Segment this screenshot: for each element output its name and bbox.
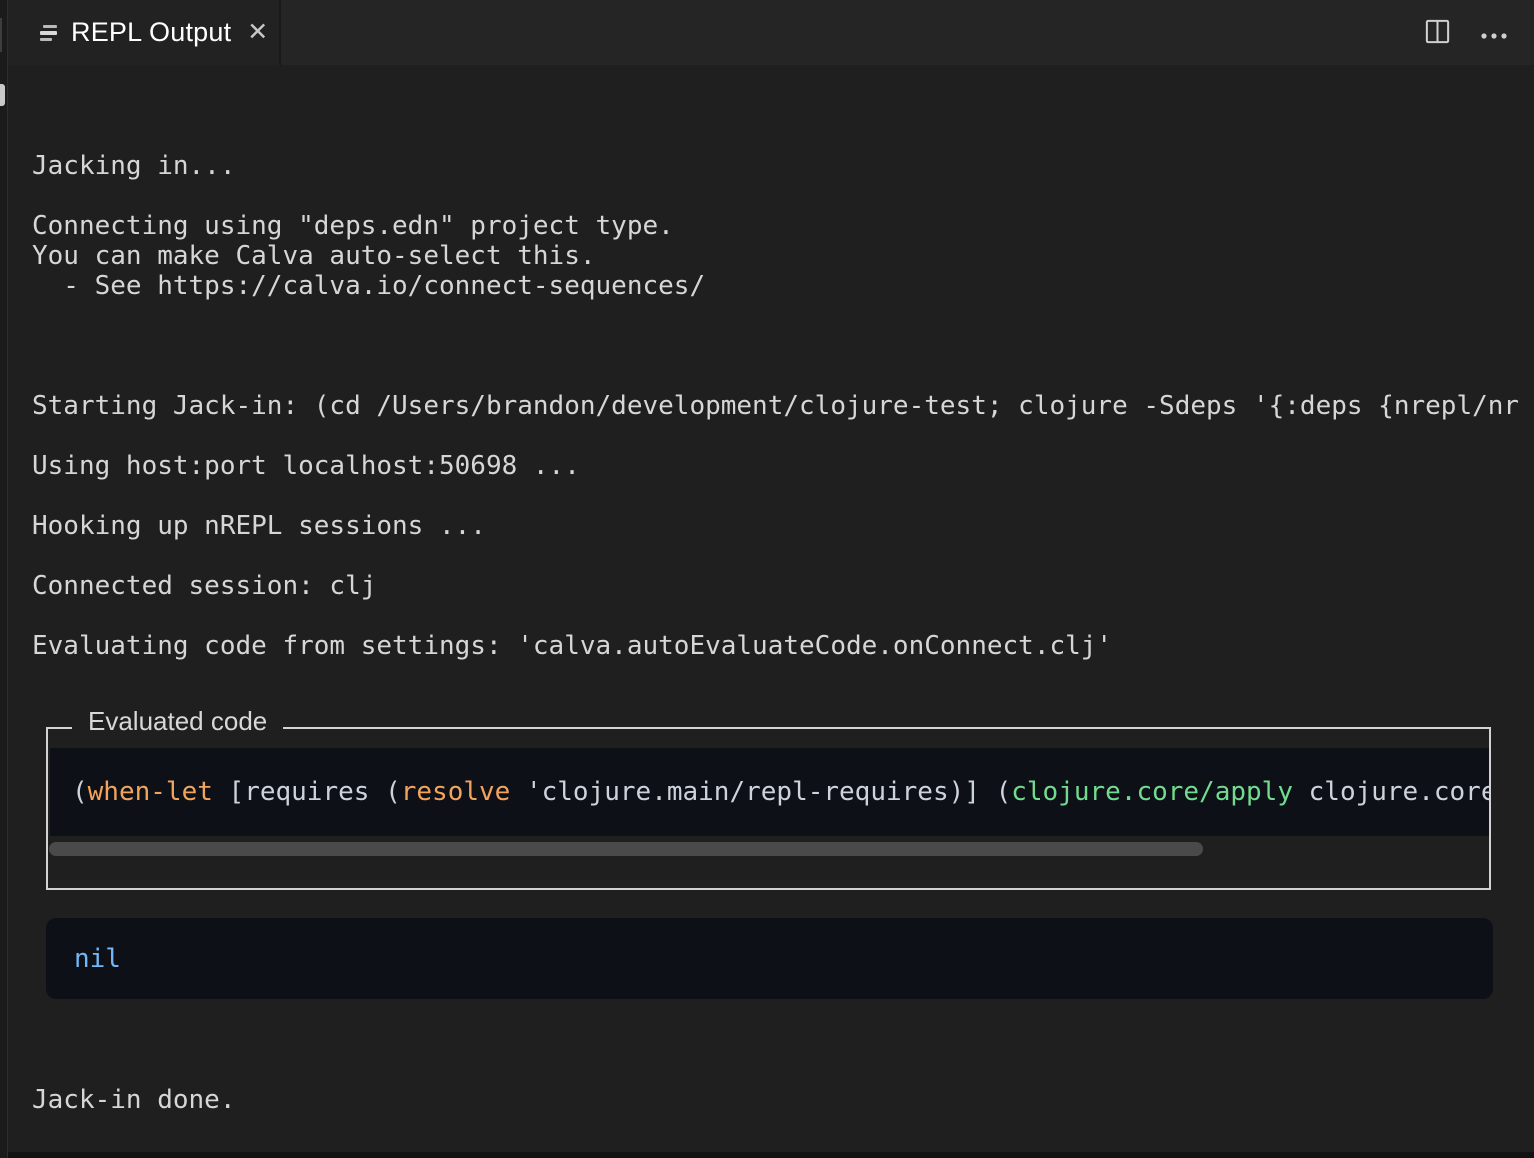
- output-line: Hooking up nREPL sessions ...: [32, 511, 1534, 541]
- editor-tab-bar: REPL Output ✕: [0, 0, 1534, 65]
- tab-repl-output[interactable]: REPL Output ✕: [7, 0, 281, 65]
- output-line: Jacking in...: [32, 151, 1534, 181]
- evaluated-code-snippet: (when-let [requires (resolve 'clojure.ma…: [50, 748, 1489, 836]
- output-line: Connecting using "deps.edn" project type…: [32, 211, 1534, 241]
- tab-title: REPL Output: [71, 17, 231, 48]
- result-value: nil: [74, 944, 121, 974]
- ellipsis-icon[interactable]: [1480, 21, 1508, 47]
- close-icon[interactable]: ✕: [247, 20, 268, 45]
- output-line: Connected session: clj: [32, 571, 1534, 601]
- group-divider: [7, 0, 8, 1158]
- adjacent-group-edge: [0, 0, 7, 1158]
- adjacent-group-clipped-content: [0, 84, 5, 106]
- horizontal-scrollbar-thumb[interactable]: [49, 842, 1203, 856]
- bottom-border-band: [0, 1152, 1534, 1158]
- adjacent-group-edge-highlight: [0, 18, 2, 52]
- output-icon: [40, 23, 58, 43]
- output-line: Using host:port localhost:50698 ...: [32, 451, 1534, 481]
- output-line-jack-in-command: Starting Jack-in: (cd /Users/brandon/dev…: [32, 391, 1534, 421]
- output-line: - See https://calva.io/connect-sequences…: [32, 271, 1534, 301]
- split-editor-icon[interactable]: [1425, 19, 1450, 44]
- evaluated-code-legend: Evaluated code: [72, 703, 283, 739]
- output-line: You can make Calva auto-select this.: [32, 241, 1534, 271]
- repl-output-pane: REPL Output ✕ Jacking in... Connecting u…: [0, 0, 1534, 1158]
- output-line-jack-in-done: Jack-in done.: [32, 1085, 1534, 1115]
- output-line: Evaluating code from settings: 'calva.au…: [32, 631, 1534, 661]
- result-box: nil: [46, 918, 1493, 999]
